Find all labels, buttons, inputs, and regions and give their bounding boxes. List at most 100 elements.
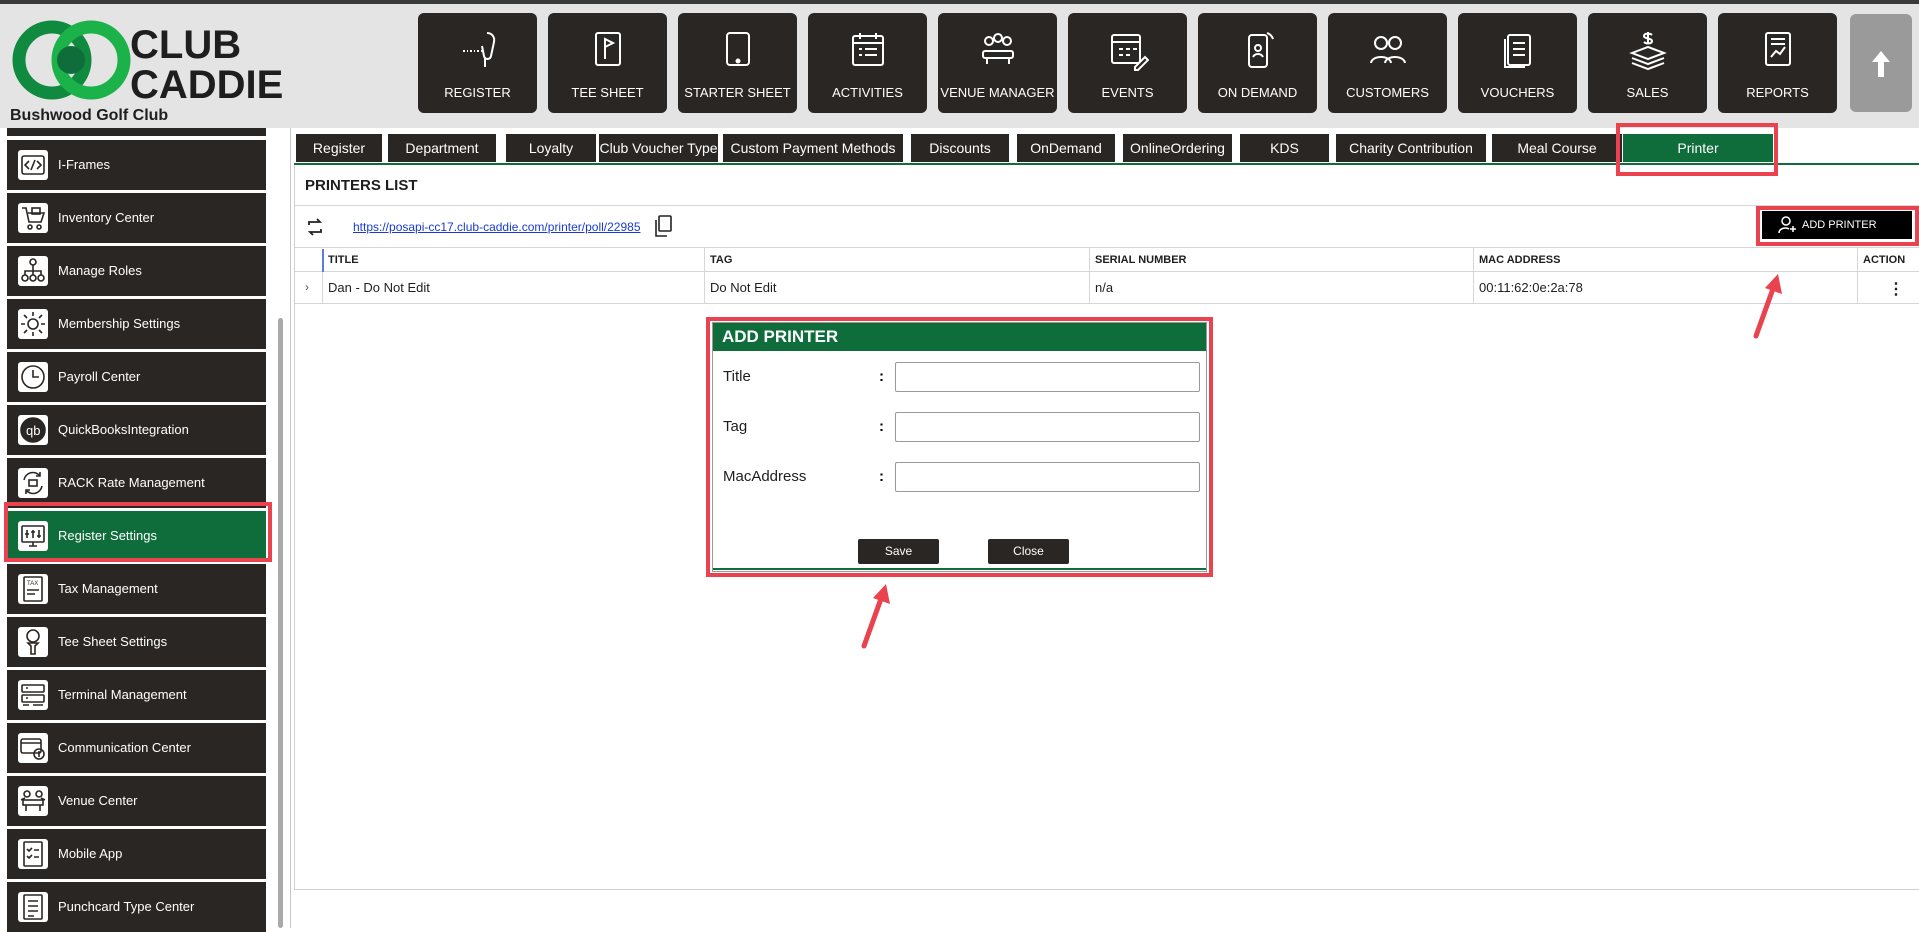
title-divider: [295, 205, 1919, 206]
voucher-stack-icon: [1504, 34, 1531, 68]
sidebar-scrollbar[interactable]: [278, 318, 283, 928]
clock-icon: [18, 362, 48, 392]
add-printer-label: ADD PRINTER: [1802, 219, 1877, 231]
printer-title-cell: Dan - Do Not Edit: [328, 280, 430, 295]
tablet-icon: [726, 32, 750, 66]
printer-mac-cell: 00:11:62:0e:2a:78: [1479, 280, 1583, 295]
venue-table-icon: [18, 786, 48, 816]
sidebar-item-manage-roles[interactable]: Manage Roles: [7, 246, 266, 296]
mac-address-input[interactable]: [895, 462, 1200, 492]
add-printer-dialog: ADD PRINTER Title : Tag : MacAddress : S…: [712, 322, 1207, 572]
tab-register[interactable]: Register: [296, 134, 382, 162]
tab-custom-payment-methods[interactable]: Custom Payment Methods: [723, 134, 903, 162]
column-tag[interactable]: TAG: [705, 248, 1085, 271]
printers-table-header: TITLE TAG SERIAL NUMBER MAC ADDRESS ACTI…: [295, 247, 1919, 272]
close-button[interactable]: Close: [988, 539, 1069, 564]
sidebar-item-label: Inventory Center: [58, 210, 155, 225]
sidebar-item-membership-settings[interactable]: Membership Settings: [7, 299, 266, 349]
tab-meal-course[interactable]: Meal Course: [1492, 134, 1622, 162]
save-button[interactable]: Save: [858, 539, 939, 564]
sidebar-item-rack-rate-management[interactable]: RACK Rate Management: [7, 458, 266, 508]
terminal-sliders-icon: [18, 680, 48, 710]
column-mac-address[interactable]: MAC ADDRESS: [1474, 248, 1854, 271]
row-expand-icon[interactable]: ›: [305, 280, 309, 294]
table-row[interactable]: › Dan - Do Not Edit Do Not Edit n/a 00:1…: [295, 272, 1919, 304]
title-input[interactable]: [895, 362, 1200, 392]
nav-register-label: REGISTER: [444, 85, 511, 100]
sidebar-item-inventory-center[interactable]: Inventory Center: [7, 193, 266, 243]
code-frame-icon: [18, 150, 48, 180]
sidebar-item-label: Register Settings: [58, 528, 157, 543]
app-header: CLUB CADDIE Bushwood Golf Club REGISTER …: [0, 4, 1919, 128]
nav-customers-button[interactable]: CUSTOMERS: [1328, 13, 1447, 113]
printer-poll-url-link[interactable]: https://posapi-cc17.club-caddie.com/prin…: [353, 220, 641, 234]
sidebar-item-terminal-management[interactable]: Terminal Management: [7, 670, 266, 720]
dialog-footer-line: [713, 568, 1206, 570]
copy-icon[interactable]: [654, 215, 672, 237]
sidebar-divider: [290, 128, 291, 928]
nav-starter-sheet-button[interactable]: STARTER SHEET: [678, 13, 797, 113]
calendar-list-icon: [852, 33, 884, 66]
sidebar-item-communication-center[interactable]: Communication Center: [7, 723, 266, 773]
sidebar-item-i-frames[interactable]: I-Frames: [7, 140, 266, 190]
sidebar-item-label: Terminal Management: [58, 687, 187, 702]
flag-icon: [595, 32, 621, 66]
tab-onlineordering[interactable]: OnlineOrdering: [1123, 134, 1232, 162]
printer-tag-cell: Do Not Edit: [710, 280, 777, 295]
tab-loyalty[interactable]: Loyalty: [506, 134, 596, 162]
printer-serial-cell: n/a: [1095, 280, 1114, 295]
refresh-icon[interactable]: [305, 217, 325, 237]
club-name: Bushwood Golf Club: [10, 107, 169, 124]
nav-sales-label: SALES: [1626, 85, 1669, 100]
nav-on-demand-button[interactable]: ON DEMAND: [1198, 13, 1317, 113]
sidebar-item-label: Payroll Center: [58, 369, 141, 384]
nav-vouchers-button[interactable]: VOUCHERS: [1458, 13, 1577, 113]
nav-sales-button[interactable]: SALES: [1588, 13, 1707, 113]
nav-activities-button[interactable]: ACTIVITIES: [808, 13, 927, 113]
tag-label: Tag: [723, 418, 748, 435]
scroll-top-button[interactable]: [1850, 14, 1912, 112]
add-user-icon: [1778, 216, 1796, 234]
punchcard-list-icon: [18, 892, 48, 922]
column-serial-number[interactable]: SERIAL NUMBER: [1090, 248, 1470, 271]
tab-department[interactable]: Department: [388, 134, 496, 162]
sidebar-item-punchcard-type-center[interactable]: Punchcard Type Center: [7, 882, 266, 932]
tab-club-voucher-type[interactable]: Club Voucher Type: [599, 134, 718, 162]
sidebar-item-tax-management[interactable]: TAX Tax Management: [7, 564, 266, 614]
nav-venue-manager-button[interactable]: VENUE MANAGER: [938, 13, 1057, 113]
add-printer-button[interactable]: ADD PRINTER: [1762, 211, 1912, 239]
nav-events-button[interactable]: EVENTS: [1068, 13, 1187, 113]
sidebar-item-mobile-app[interactable]: Mobile App: [7, 829, 266, 879]
tab-charity-contribution[interactable]: Charity Contribution: [1336, 134, 1486, 162]
nav-register-button[interactable]: REGISTER: [418, 13, 537, 113]
club-caddie-logo[interactable]: CLUB CADDIE: [10, 20, 320, 110]
sidebar-item-payroll-center[interactable]: Payroll Center: [7, 352, 266, 402]
sidebar-item-register-settings[interactable]: Register Settings: [7, 511, 266, 561]
sidebar-item-label: Communication Center: [58, 740, 191, 755]
tab-ondemand[interactable]: OnDemand: [1017, 134, 1115, 162]
tab-kds[interactable]: KDS: [1240, 134, 1329, 162]
logo-text-club: CLUB: [130, 23, 241, 67]
row-action-menu-icon[interactable]: ⋮: [1888, 279, 1904, 299]
tax-document-icon: TAX: [18, 574, 48, 604]
logo-text-caddie: CADDIE: [130, 63, 283, 107]
sidebar-item-label: Venue Center: [58, 793, 138, 808]
quickbooks-icon: qb: [18, 415, 48, 445]
sidebar-item-venue-center[interactable]: Venue Center: [7, 776, 266, 826]
sidebar-item-quickbooksintegration[interactable]: qb QuickBooksIntegration: [7, 405, 266, 455]
sidebar-item-tee-sheet-settings[interactable]: Tee Sheet Settings: [7, 617, 266, 667]
column-divider: [1857, 272, 1858, 303]
money-stack-icon: [1629, 32, 1667, 71]
tab-printer[interactable]: Printer: [1623, 134, 1773, 162]
tab-discounts[interactable]: Discounts: [911, 134, 1009, 162]
nav-tee-sheet-button[interactable]: TEE SHEET: [548, 13, 667, 113]
sidebar-item-label: Tax Management: [58, 581, 158, 596]
credit-card-icon: [18, 733, 48, 763]
tag-input[interactable]: [895, 412, 1200, 442]
nav-reports-button[interactable]: REPORTS: [1718, 13, 1837, 113]
nav-activities-label: ACTIVITIES: [832, 85, 903, 100]
barcode-scanner-icon: [463, 32, 496, 67]
column-title[interactable]: TITLE: [323, 248, 703, 271]
sidebar-item-label: QuickBooksIntegration: [58, 422, 189, 437]
title-colon: :: [879, 368, 884, 385]
